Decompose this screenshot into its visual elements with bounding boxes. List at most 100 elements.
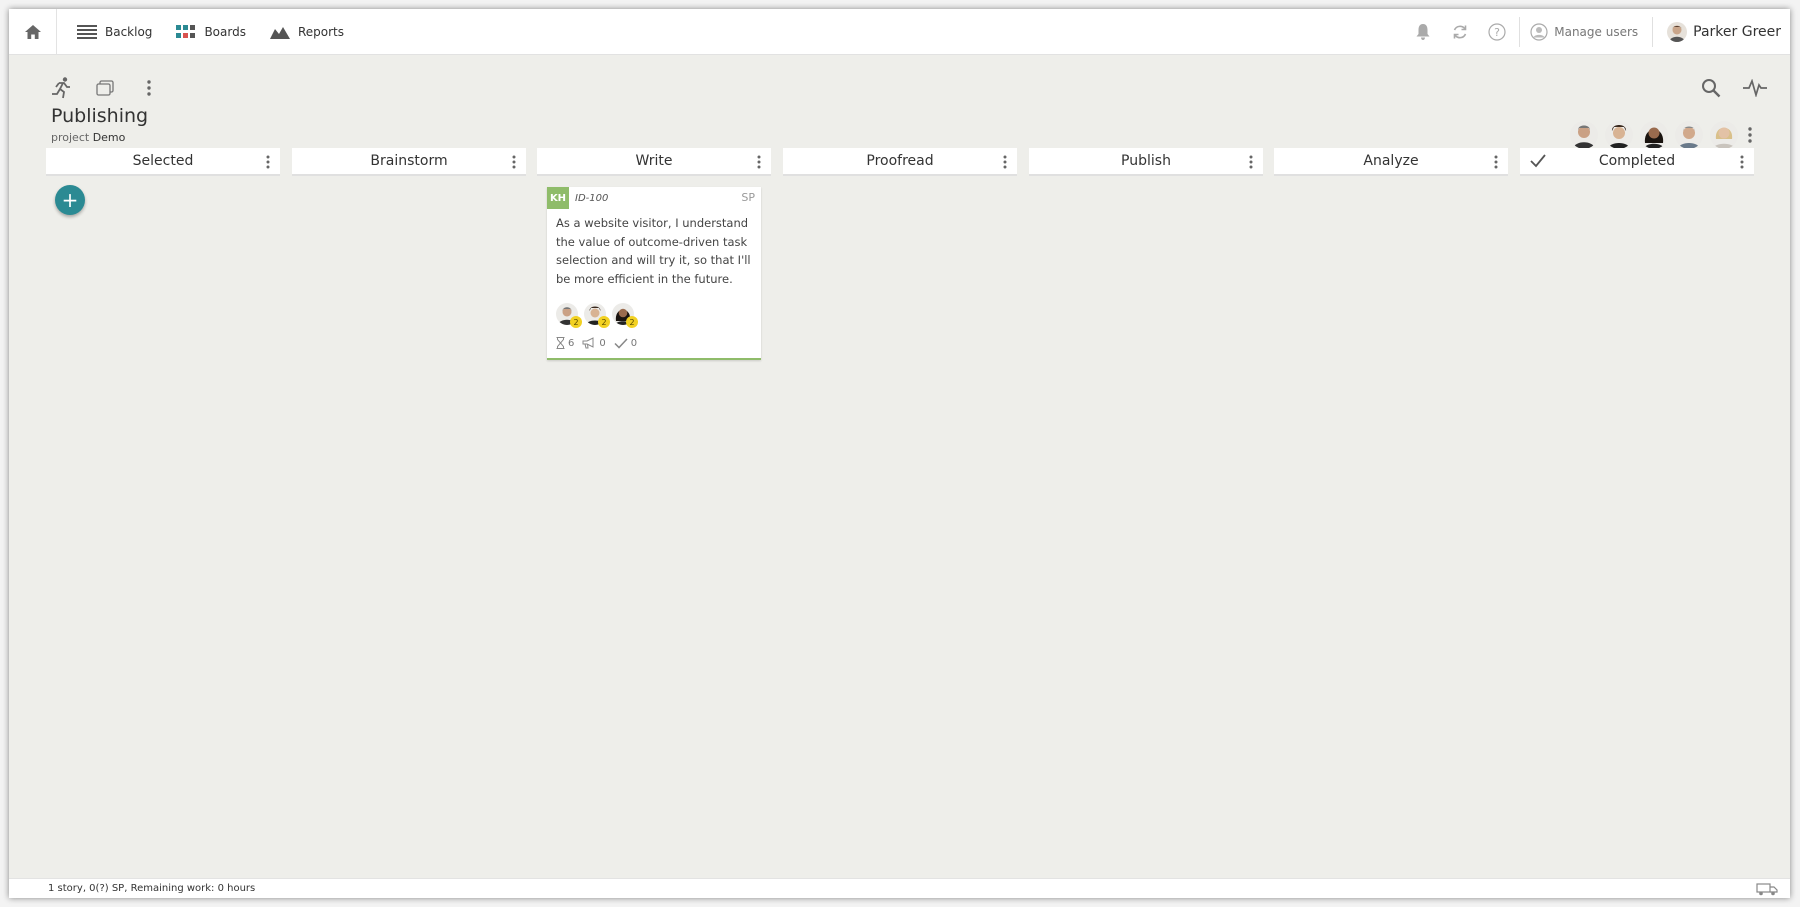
nav-backlog[interactable]: Backlog (65, 9, 164, 55)
done-stat[interactable]: 0 (614, 338, 637, 349)
feedback-value: 0 (599, 337, 606, 349)
kebab-menu-icon (266, 155, 270, 169)
kebab-menu-icon (1249, 155, 1253, 169)
avatar[interactable] (1605, 121, 1633, 149)
column-header-analyze[interactable]: Analyze (1274, 148, 1508, 176)
column-title: Publish (1121, 153, 1171, 169)
column-menu-button[interactable] (1735, 152, 1749, 172)
board-menu-button[interactable] (127, 71, 171, 105)
column-menu-button[interactable] (507, 152, 521, 172)
top-navigation: Backlog Boards Reports ? Manage users Pa… (9, 9, 1790, 55)
nav-backlog-label: Backlog (105, 24, 153, 39)
card-assignees: 2 2 2 (556, 303, 640, 328)
app-window: Backlog Boards Reports ? Manage users Pa… (9, 9, 1790, 898)
kebab-menu-icon (147, 80, 151, 96)
avatar[interactable] (1570, 121, 1598, 149)
avatar[interactable] (1710, 121, 1738, 149)
svg-text:?: ? (1494, 26, 1500, 39)
assignee-count-badge: 2 (570, 316, 582, 328)
column-header-selected[interactable]: Selected (46, 148, 280, 176)
column-header-publish[interactable]: Publish (1029, 148, 1263, 176)
activity-pulse-icon (1743, 79, 1767, 97)
column-header-proofread[interactable]: Proofread (783, 148, 1017, 176)
avatar (1667, 21, 1688, 42)
board-grid-icon (176, 24, 196, 38)
home-icon (24, 24, 41, 39)
done-value: 0 (630, 337, 638, 349)
project-link[interactable]: Demo (93, 131, 126, 144)
search-button[interactable] (1689, 71, 1733, 105)
column-header-completed[interactable]: Completed (1520, 148, 1754, 176)
column-title: Write (635, 153, 673, 169)
copy-board-button[interactable] (83, 71, 127, 105)
column-menu-button[interactable] (1489, 152, 1503, 172)
nav-separator (1652, 16, 1654, 47)
status-bar: 1 story, 0(?) SP, Remaining work: 0 hour… (9, 878, 1790, 898)
column-title: Analyze (1363, 153, 1419, 169)
kebab-menu-icon (1748, 127, 1752, 143)
kebab-menu-icon (1003, 155, 1007, 169)
nav-boards[interactable]: Boards (164, 9, 258, 55)
column-menu-button[interactable] (998, 152, 1012, 172)
card-id: ID-100 (575, 193, 609, 204)
user-name: Parker Greer (1693, 23, 1781, 40)
members-menu-button[interactable] (1742, 121, 1758, 149)
chart-mountain-icon (269, 26, 290, 39)
sync-button[interactable] (1441, 9, 1478, 55)
project-subtitle: project Demo (51, 131, 125, 144)
sprint-button[interactable] (39, 71, 83, 105)
card-owner-badge[interactable]: KH (547, 187, 569, 209)
column-menu-button[interactable] (1244, 152, 1258, 172)
assignee-count-badge: 2 (626, 316, 638, 328)
add-story-button[interactable]: + (55, 185, 85, 215)
running-person-icon (52, 77, 70, 99)
board-members (1563, 121, 1758, 149)
copy-icon (96, 80, 114, 96)
card-stats: 6 0 0 (556, 337, 645, 349)
card-description: As a website visitor, I understand the v… (556, 216, 751, 286)
kebab-menu-icon (757, 155, 761, 169)
activity-button[interactable] (1733, 71, 1777, 105)
check-icon (1530, 154, 1546, 172)
user-circle-icon (1530, 22, 1548, 41)
column-title: Completed (1598, 153, 1676, 169)
home-button[interactable] (9, 9, 57, 55)
nav-reports[interactable]: Reports (258, 9, 356, 55)
column-header-brainstorm[interactable]: Brainstorm (292, 148, 526, 176)
help-icon: ? (1488, 22, 1506, 41)
page-title: Publishing (51, 105, 149, 127)
status-text: 1 story, 0(?) SP, Remaining work: 0 hour… (48, 883, 256, 894)
remaining-hours-stat[interactable]: 6 (556, 337, 574, 349)
feedback-stat[interactable]: 0 (582, 337, 606, 349)
assignee[interactable]: 2 (556, 303, 582, 328)
search-icon (1702, 79, 1721, 98)
avatar[interactable] (1640, 121, 1668, 149)
manage-users-label: Manage users (1554, 24, 1639, 39)
column-menu-button[interactable] (261, 152, 275, 172)
kebab-menu-icon (1494, 155, 1498, 169)
help-button[interactable]: ? (1478, 9, 1515, 55)
delivery-truck-icon[interactable] (1756, 882, 1778, 898)
column-title: Brainstorm (370, 153, 448, 169)
nav-right-group: ? Manage users Parker Greer (1404, 9, 1790, 55)
assignee[interactable]: 2 (584, 303, 610, 328)
user-menu[interactable]: Parker Greer (1657, 21, 1790, 42)
column-title: Proofread (866, 153, 934, 169)
card-story-points[interactable]: SP (741, 191, 755, 204)
avatar[interactable] (1675, 121, 1703, 149)
assignee[interactable]: 2 (612, 303, 638, 328)
board-toolbar-right (1689, 71, 1777, 105)
remaining-hours-value: 6 (568, 337, 575, 349)
hourglass-icon (556, 337, 565, 349)
nav-boards-label: Boards (204, 24, 246, 39)
project-prefix: project (51, 131, 90, 144)
notifications-button[interactable] (1404, 9, 1441, 55)
board-toolbar (39, 71, 171, 105)
column-menu-button[interactable] (752, 152, 766, 172)
check-icon (614, 337, 628, 349)
kebab-menu-icon (512, 155, 516, 169)
manage-users-button[interactable]: Manage users (1524, 22, 1648, 41)
column-header-write[interactable]: Write (537, 148, 771, 176)
column-title: Selected (132, 153, 194, 169)
story-card[interactable]: KH ID-100 SP As a website visitor, I und… (547, 187, 761, 360)
